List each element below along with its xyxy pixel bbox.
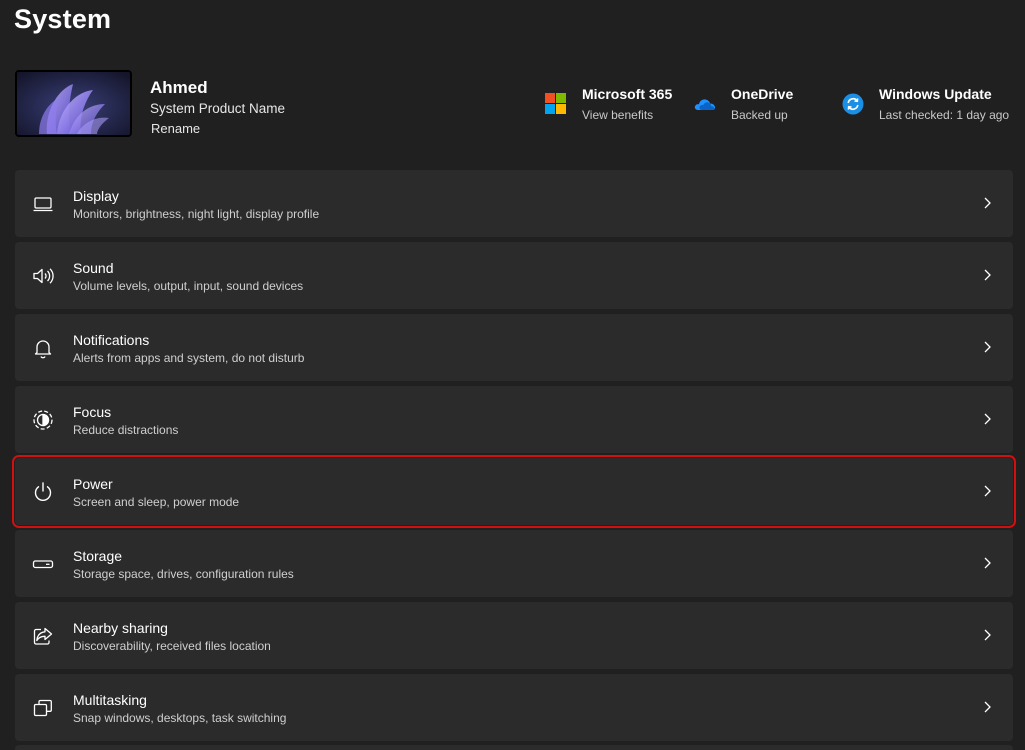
setting-storage[interactable]: Storage Storage space, drives, configura… (15, 530, 1013, 597)
setting-multitasking[interactable]: Multitasking Snap windows, desktops, tas… (15, 674, 1013, 741)
setting-title: Storage (73, 548, 123, 564)
setting-description: Storage space, drives, configuration rul… (73, 567, 294, 581)
setting-power[interactable]: Power Screen and sleep, power mode (12, 455, 1016, 528)
setting-description: Snap windows, desktops, task switching (73, 711, 287, 725)
rename-link[interactable]: Rename (151, 121, 200, 136)
share-icon (31, 624, 55, 648)
multitasking-icon (31, 696, 55, 720)
onedrive-tile[interactable]: OneDrive Backed up (694, 85, 814, 125)
focus-icon (31, 408, 55, 432)
storage-drive-icon (31, 552, 55, 576)
bell-icon (31, 336, 55, 360)
chevron-right-icon (979, 411, 995, 427)
quick-tile-subtitle: View benefits (582, 108, 654, 122)
setting-description: Discoverability, received files location (73, 639, 271, 653)
setting-focus[interactable]: Focus Reduce distractions (15, 386, 1013, 453)
power-icon (31, 480, 55, 504)
setting-description: Alerts from apps and system, do not dist… (73, 351, 305, 365)
setting-notifications[interactable]: Notifications Alerts from apps and syste… (15, 314, 1013, 381)
setting-title: Power (73, 476, 113, 492)
device-wallpaper-thumbnail[interactable] (15, 70, 132, 137)
settings-list: Display Monitors, brightness, night ligh… (12, 170, 1016, 746)
setting-title: Focus (73, 404, 112, 420)
product-name: System Product Name (150, 101, 286, 116)
setting-description: Volume levels, output, input, sound devi… (73, 279, 304, 293)
chevron-right-icon (979, 195, 995, 211)
quick-tile-title: Windows Update (879, 86, 992, 102)
speaker-icon (31, 264, 55, 288)
setting-description: Monitors, brightness, night light, displ… (73, 207, 320, 221)
chevron-right-icon (979, 627, 995, 643)
user-name: Ahmed (150, 78, 208, 97)
microsoft-logo-icon (545, 93, 567, 115)
windows-update-tile[interactable]: Windows Update Last checked: 1 day ago (842, 85, 1014, 125)
bloom-wallpaper-image (17, 72, 130, 135)
setting-title: Notifications (73, 332, 150, 348)
windows-update-icon (842, 93, 864, 115)
setting-title: Nearby sharing (73, 620, 168, 636)
setting-title: Sound (73, 260, 114, 276)
setting-title: Multitasking (73, 692, 147, 708)
onedrive-cloud-icon (694, 93, 716, 115)
quick-tile-title: OneDrive (731, 86, 794, 102)
chevron-right-icon (979, 483, 995, 499)
quick-tile-title: Microsoft 365 (582, 86, 673, 102)
page-title: System (14, 4, 112, 34)
chevron-right-icon (979, 555, 995, 571)
chevron-right-icon (979, 339, 995, 355)
microsoft-365-tile[interactable]: Microsoft 365 View benefits (545, 85, 685, 125)
settings-system-page: System Ahmed System Product Name Rename … (0, 0, 1025, 750)
setting-sound[interactable]: Sound Volume levels, output, input, soun… (15, 242, 1013, 309)
quick-tile-subtitle: Backed up (731, 108, 788, 122)
chevron-right-icon (979, 699, 995, 715)
setting-description: Reduce distractions (73, 423, 179, 437)
setting-nearby-sharing[interactable]: Nearby sharing Discoverability, received… (15, 602, 1013, 669)
setting-title: Display (73, 188, 119, 204)
setting-display[interactable]: Display Monitors, brightness, night ligh… (15, 170, 1013, 237)
setting-card-partial[interactable] (15, 745, 1013, 750)
display-icon (31, 192, 55, 216)
quick-tile-subtitle: Last checked: 1 day ago (879, 108, 1010, 122)
chevron-right-icon (979, 267, 995, 283)
setting-description: Screen and sleep, power mode (73, 495, 240, 509)
